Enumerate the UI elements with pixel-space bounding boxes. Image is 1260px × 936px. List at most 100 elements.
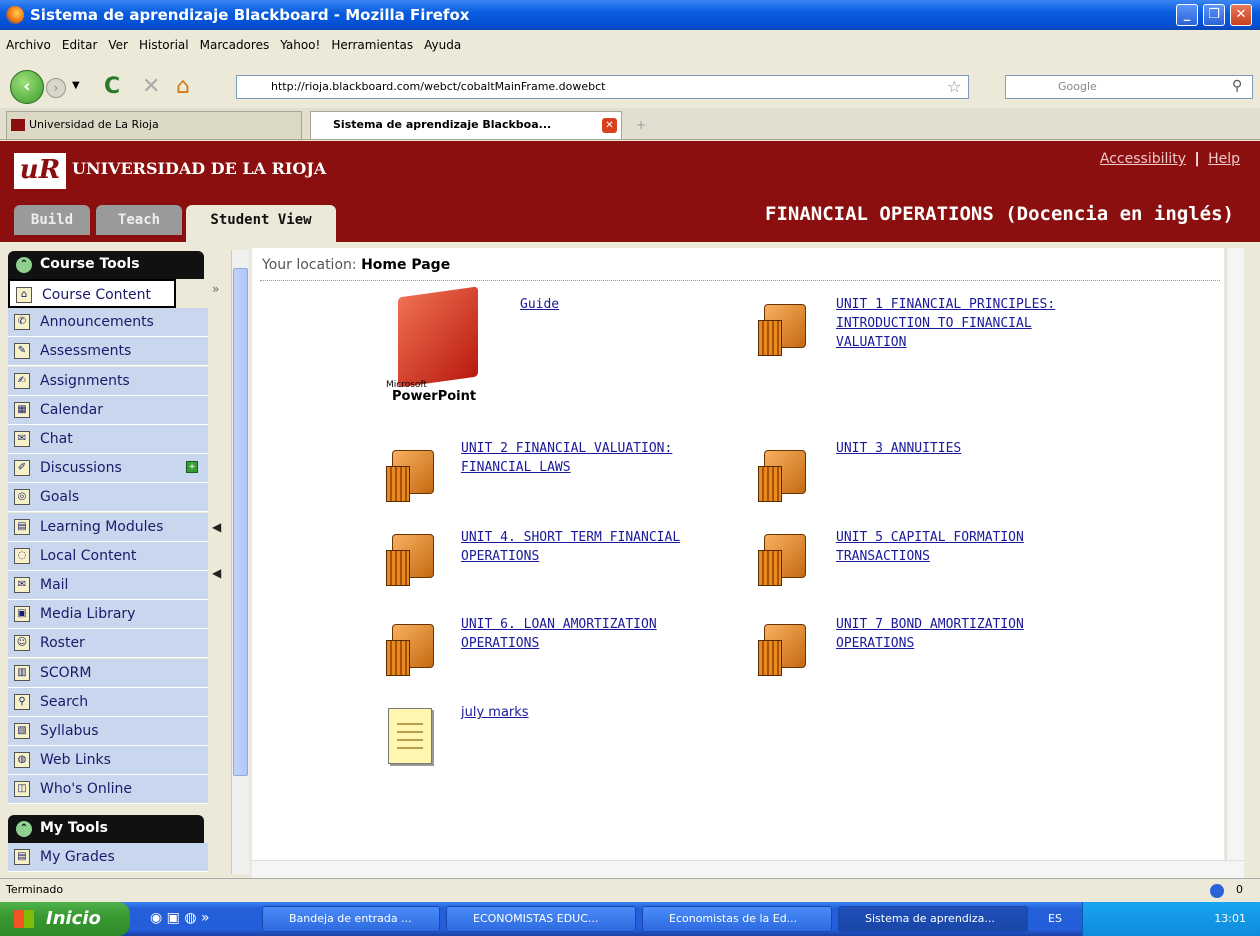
my-tools-header[interactable]: ⌃ My Tools [8, 815, 204, 843]
help-link[interactable]: Help [1208, 151, 1240, 167]
content-item-guide[interactable]: Guide [520, 295, 559, 314]
content-item-unit-5[interactable]: UNIT 5 CAPITAL FORMATION TRANSACTIONS [836, 528, 1108, 566]
language-indicator[interactable]: ES [1048, 902, 1062, 936]
sidebar-item-who-s-online[interactable]: ◫ Who's Online [8, 775, 208, 805]
folder-icon[interactable] [756, 300, 812, 356]
close-button[interactable]: ✕ [1230, 4, 1252, 26]
folder-icon[interactable] [384, 446, 440, 502]
menu-ver[interactable]: Ver [108, 38, 128, 52]
quicklaunch-icons[interactable]: ◉ ▣ ◍ » [150, 910, 210, 926]
tab-teach[interactable]: Teach [96, 205, 182, 235]
taskbar-item[interactable]: ECONOMISTAS EDUC... [446, 906, 636, 932]
content-item-unit-2[interactable]: UNIT 2 FINANCIAL VALUATION: FINANCIAL LA… [461, 439, 733, 477]
minimize-button[interactable]: _ [1176, 4, 1198, 26]
reload-icon[interactable]: C [104, 74, 120, 99]
content-item-july-marks[interactable]: july marks [461, 703, 529, 722]
sidebar-item-course-content[interactable]: ⌂ Course Content [8, 279, 176, 308]
sidebar-item-search[interactable]: ⚲ Search [8, 687, 208, 717]
content-item-unit-6[interactable]: UNIT 6. LOAN AMORTIZATION OPERATIONS [461, 615, 733, 653]
maximize-button[interactable]: ❐ [1203, 4, 1225, 26]
tab-universidad[interactable]: Universidad de La Rioja [6, 111, 302, 139]
folder-icon[interactable] [756, 446, 812, 502]
content-item-unit-7[interactable]: UNIT 7 BOND AMORTIZATION OPERATIONS [836, 615, 1108, 653]
university-logo: uR [14, 153, 66, 189]
menu-editar[interactable]: Editar [62, 38, 98, 52]
sidebar-item-goals[interactable]: ◎ Goals [8, 483, 208, 513]
tab-student-view[interactable]: Student View [186, 205, 336, 242]
my-tools-title: My Tools [40, 820, 108, 836]
sidebar-item-scorm[interactable]: ▥ SCORM [8, 658, 208, 688]
sidebar-item-mail[interactable]: ✉ Mail [8, 571, 208, 600]
search-input[interactable]: Google [1005, 75, 1253, 99]
history-dropdown-icon[interactable]: ▼ [72, 80, 80, 91]
taskbar-item-active[interactable]: Sistema de aprendiza... [838, 906, 1028, 932]
sidebar-item-discussions[interactable]: ✐ Discussions + [8, 454, 208, 484]
taskbar-item[interactable]: Bandeja de entrada ... [262, 906, 440, 932]
accessibility-link[interactable]: Accessibility [1100, 151, 1186, 167]
course-tools-title: Course Tools [40, 256, 140, 272]
content-item-unit-4[interactable]: UNIT 4. SHORT TERM FINANCIAL OPERATIONS [461, 528, 733, 566]
menu-marcadores[interactable]: Marcadores [200, 38, 270, 52]
clock[interactable]: 13:01 [1214, 912, 1246, 925]
breadcrumb: Your location: Home Page [262, 257, 450, 273]
menu-historial[interactable]: Historial [139, 38, 189, 52]
collapse-sidebar-icon[interactable]: ◀ [212, 520, 221, 534]
start-button[interactable]: Inicio [0, 902, 130, 936]
forward-icon[interactable]: › [46, 78, 66, 98]
content-item-unit-1[interactable]: UNIT 1 FINANCIAL PRINCIPLES: INTRODUCTIO… [836, 295, 1098, 352]
sidebar-item-label: Goals [40, 489, 80, 506]
sidebar-item-syllabus[interactable]: ▧ Syllabus [8, 717, 208, 746]
sidebar-item-media-library[interactable]: ▣ Media Library [8, 600, 208, 630]
sidebar-item-assessments[interactable]: ✎ Assessments [8, 337, 208, 367]
title-bar: Sistema de aprendizaje Blackboard - Mozi… [0, 0, 1260, 30]
folder-icon[interactable] [756, 530, 812, 586]
powerpoint-icon[interactable]: Microsoft PowerPoint [384, 286, 488, 404]
sidebar-item-chat[interactable]: ✉ Chat [8, 425, 208, 454]
tab-build[interactable]: Build [14, 205, 90, 235]
tab-label: Universidad de La Rioja [29, 118, 159, 131]
document-icon[interactable] [388, 708, 432, 764]
sidebar-scroll-thumb[interactable] [233, 268, 248, 776]
expand-chevron-icon[interactable]: » [212, 282, 219, 296]
menu-archivo[interactable]: Archivo [6, 38, 51, 52]
sidebar-item-label: Assessments [40, 343, 132, 360]
back-icon[interactable]: ‹ [10, 70, 44, 104]
menu-herramientas[interactable]: Herramientas [331, 38, 413, 52]
mail-icon: ✉ [14, 577, 30, 593]
syllabus-icon: ▧ [14, 723, 30, 739]
url-bar[interactable]: http://rioja.blackboard.com/webct/cobalt… [236, 75, 969, 99]
folder-icon[interactable] [384, 620, 440, 676]
sidebar-item-calendar[interactable]: ▦ Calendar [8, 395, 208, 425]
sidebar-item-label: Learning Modules [40, 518, 164, 535]
search-go-icon[interactable]: ⚲ [1232, 78, 1242, 94]
collapse-sidebar-icon-2[interactable]: ◀ [212, 566, 221, 580]
new-tab-icon[interactable]: + [636, 118, 646, 132]
stop-icon[interactable]: ✕ [142, 74, 160, 99]
powerpoint-brand: PowerPoint [392, 389, 477, 404]
sidebar-item-my-grades[interactable]: ▤ My Grades [8, 843, 208, 872]
folder-icon[interactable] [756, 620, 812, 676]
menu-yahoo[interactable]: Yahoo! [280, 38, 320, 52]
tab-close-icon[interactable]: ✕ [602, 118, 617, 133]
course-tools-header[interactable]: ⌃ Course Tools [8, 251, 204, 279]
sidebar-item-roster[interactable]: ☺ Roster [8, 629, 208, 659]
content-item-unit-3[interactable]: UNIT 3 ANNUITIES [836, 439, 1108, 458]
taskbar: Inicio ◉ ▣ ◍ » Bandeja de entrada ... EC… [0, 902, 1260, 936]
folder-icon[interactable] [384, 530, 440, 586]
search-icon: ⚲ [14, 693, 30, 710]
sidebar-item-announcements[interactable]: ✆ Announcements [8, 308, 208, 338]
tab-blackboard[interactable]: Sistema de aprendizaje Blackboa... ✕ [310, 111, 622, 139]
sidebar-item-learning-modules[interactable]: ▤ Learning Modules [8, 512, 208, 542]
window-title: Sistema de aprendizaje Blackboard - Mozi… [30, 6, 470, 24]
taskbar-item[interactable]: Economistas de la Ed... [642, 906, 832, 932]
menu-ayuda[interactable]: Ayuda [424, 38, 461, 52]
status-text: Terminado [6, 883, 64, 896]
sidebar-item-local-content[interactable]: ◌ Local Content [8, 541, 208, 571]
home-icon[interactable]: ⌂ [176, 74, 190, 99]
sidebar-item-label: Course Content [42, 287, 152, 303]
bookmark-star-icon[interactable]: ☆ [947, 77, 961, 96]
sidebar-item-web-links[interactable]: ◍ Web Links [8, 746, 208, 776]
content-scrollbar-horizontal[interactable] [252, 860, 1244, 878]
sidebar-item-assignments[interactable]: ✍ Assignments [8, 366, 208, 396]
content-scrollbar-vertical[interactable] [1226, 248, 1244, 860]
